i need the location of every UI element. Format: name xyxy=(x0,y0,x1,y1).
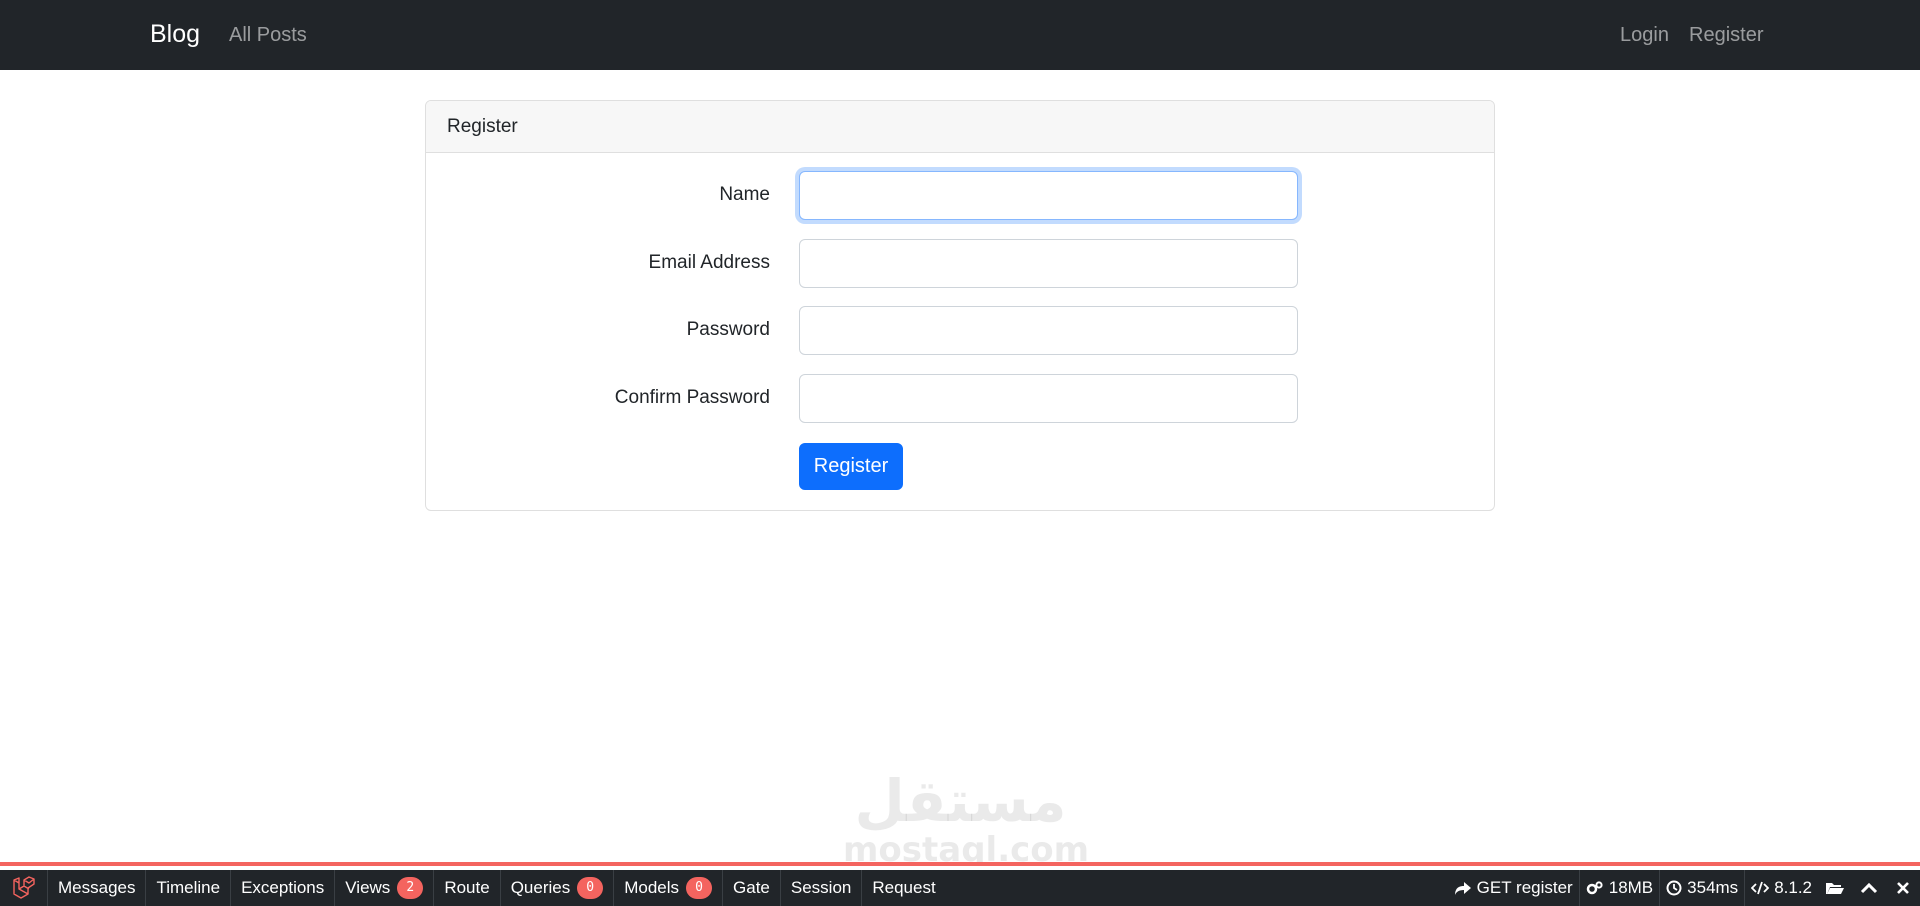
debugbar-tab-timeline[interactable]: Timeline xyxy=(146,870,232,906)
tab-label: Models xyxy=(624,878,680,897)
register-card: Register Name Email Address Password Con… xyxy=(425,100,1495,511)
maximize-button[interactable] xyxy=(1852,870,1886,906)
time-indicator: 354ms xyxy=(1659,870,1744,906)
share-icon xyxy=(1454,882,1471,895)
open-folder-button[interactable] xyxy=(1818,870,1852,906)
tab-label: Views xyxy=(345,878,391,897)
request-indicator[interactable]: GET register xyxy=(1448,870,1579,906)
password-input[interactable] xyxy=(799,306,1298,355)
debugbar-tab-request[interactable]: Request xyxy=(862,870,945,906)
debugbar-right: GET register 18MB 354ms 8.1.2 xyxy=(1448,870,1920,906)
email-label: Email Address xyxy=(648,252,770,273)
queries-count-badge: 0 xyxy=(577,877,604,899)
debugbar-tab-views[interactable]: Views 2 xyxy=(335,870,435,906)
name-input[interactable] xyxy=(799,171,1298,220)
views-count-badge: 2 xyxy=(397,877,424,899)
confirm-password-label: Confirm Password xyxy=(614,387,770,408)
cogs-icon xyxy=(1586,881,1603,895)
folder-open-icon xyxy=(1826,883,1844,894)
close-icon xyxy=(1897,882,1909,894)
password-label: Password xyxy=(686,319,770,340)
chevron-up-icon xyxy=(1860,882,1878,894)
tab-label: Request xyxy=(872,878,936,897)
debugbar: Messages Timeline Exceptions Views 2 Rout… xyxy=(0,862,1920,906)
brand-link[interactable]: Blog xyxy=(150,20,200,49)
password-row: Password xyxy=(426,306,1494,355)
debugbar-tab-models[interactable]: Models 0 xyxy=(614,870,724,906)
nav-register[interactable]: Register xyxy=(1689,24,1763,47)
debugbar-tab-gate[interactable]: Gate xyxy=(723,870,781,906)
email-input[interactable] xyxy=(799,239,1298,288)
watermark-arabic: مستقل xyxy=(854,767,1067,835)
memory-text: 18MB xyxy=(1608,878,1654,897)
laravel-icon xyxy=(12,876,35,899)
confirm-password-row: Confirm Password xyxy=(426,374,1494,423)
laravel-logo-icon[interactable] xyxy=(0,870,48,906)
tab-label: Messages xyxy=(58,878,136,897)
debugbar-tab-session[interactable]: Session xyxy=(781,870,863,906)
confirm-password-input[interactable] xyxy=(799,374,1298,423)
time-text: 354ms xyxy=(1687,878,1739,897)
register-button[interactable]: Register xyxy=(799,443,903,490)
clock-icon xyxy=(1666,880,1682,896)
close-debugbar-button[interactable] xyxy=(1886,870,1920,906)
debugbar-tab-queries[interactable]: Queries 0 xyxy=(501,870,615,906)
name-row: Name xyxy=(426,171,1494,220)
tab-label: Exceptions xyxy=(241,878,325,897)
email-row: Email Address xyxy=(426,239,1494,288)
php-version-indicator: 8.1.2 xyxy=(1744,870,1818,906)
request-text: GET register xyxy=(1476,878,1573,897)
tab-label: Timeline xyxy=(156,878,221,897)
tab-label: Queries xyxy=(510,878,571,897)
memory-indicator: 18MB xyxy=(1578,870,1659,906)
models-count-badge: 0 xyxy=(686,877,713,899)
code-icon xyxy=(1751,881,1770,895)
card-header: Register xyxy=(426,101,1494,153)
debugbar-tab-route[interactable]: Route xyxy=(434,870,501,906)
name-label: Name xyxy=(719,184,770,205)
nav-all-posts[interactable]: All Posts xyxy=(229,24,307,47)
tab-label: Session xyxy=(790,878,852,897)
debugbar-tab-messages[interactable]: Messages xyxy=(48,870,147,906)
debugbar-inner: Messages Timeline Exceptions Views 2 Rout… xyxy=(0,870,1920,906)
tab-label: Route xyxy=(444,878,490,897)
debugbar-tab-exceptions[interactable]: Exceptions xyxy=(231,870,336,906)
php-version-text: 8.1.2 xyxy=(1774,878,1812,897)
top-navbar: Blog All Posts Login Register xyxy=(0,0,1920,70)
nav-login[interactable]: Login xyxy=(1620,24,1669,47)
tab-label: Gate xyxy=(733,878,770,897)
